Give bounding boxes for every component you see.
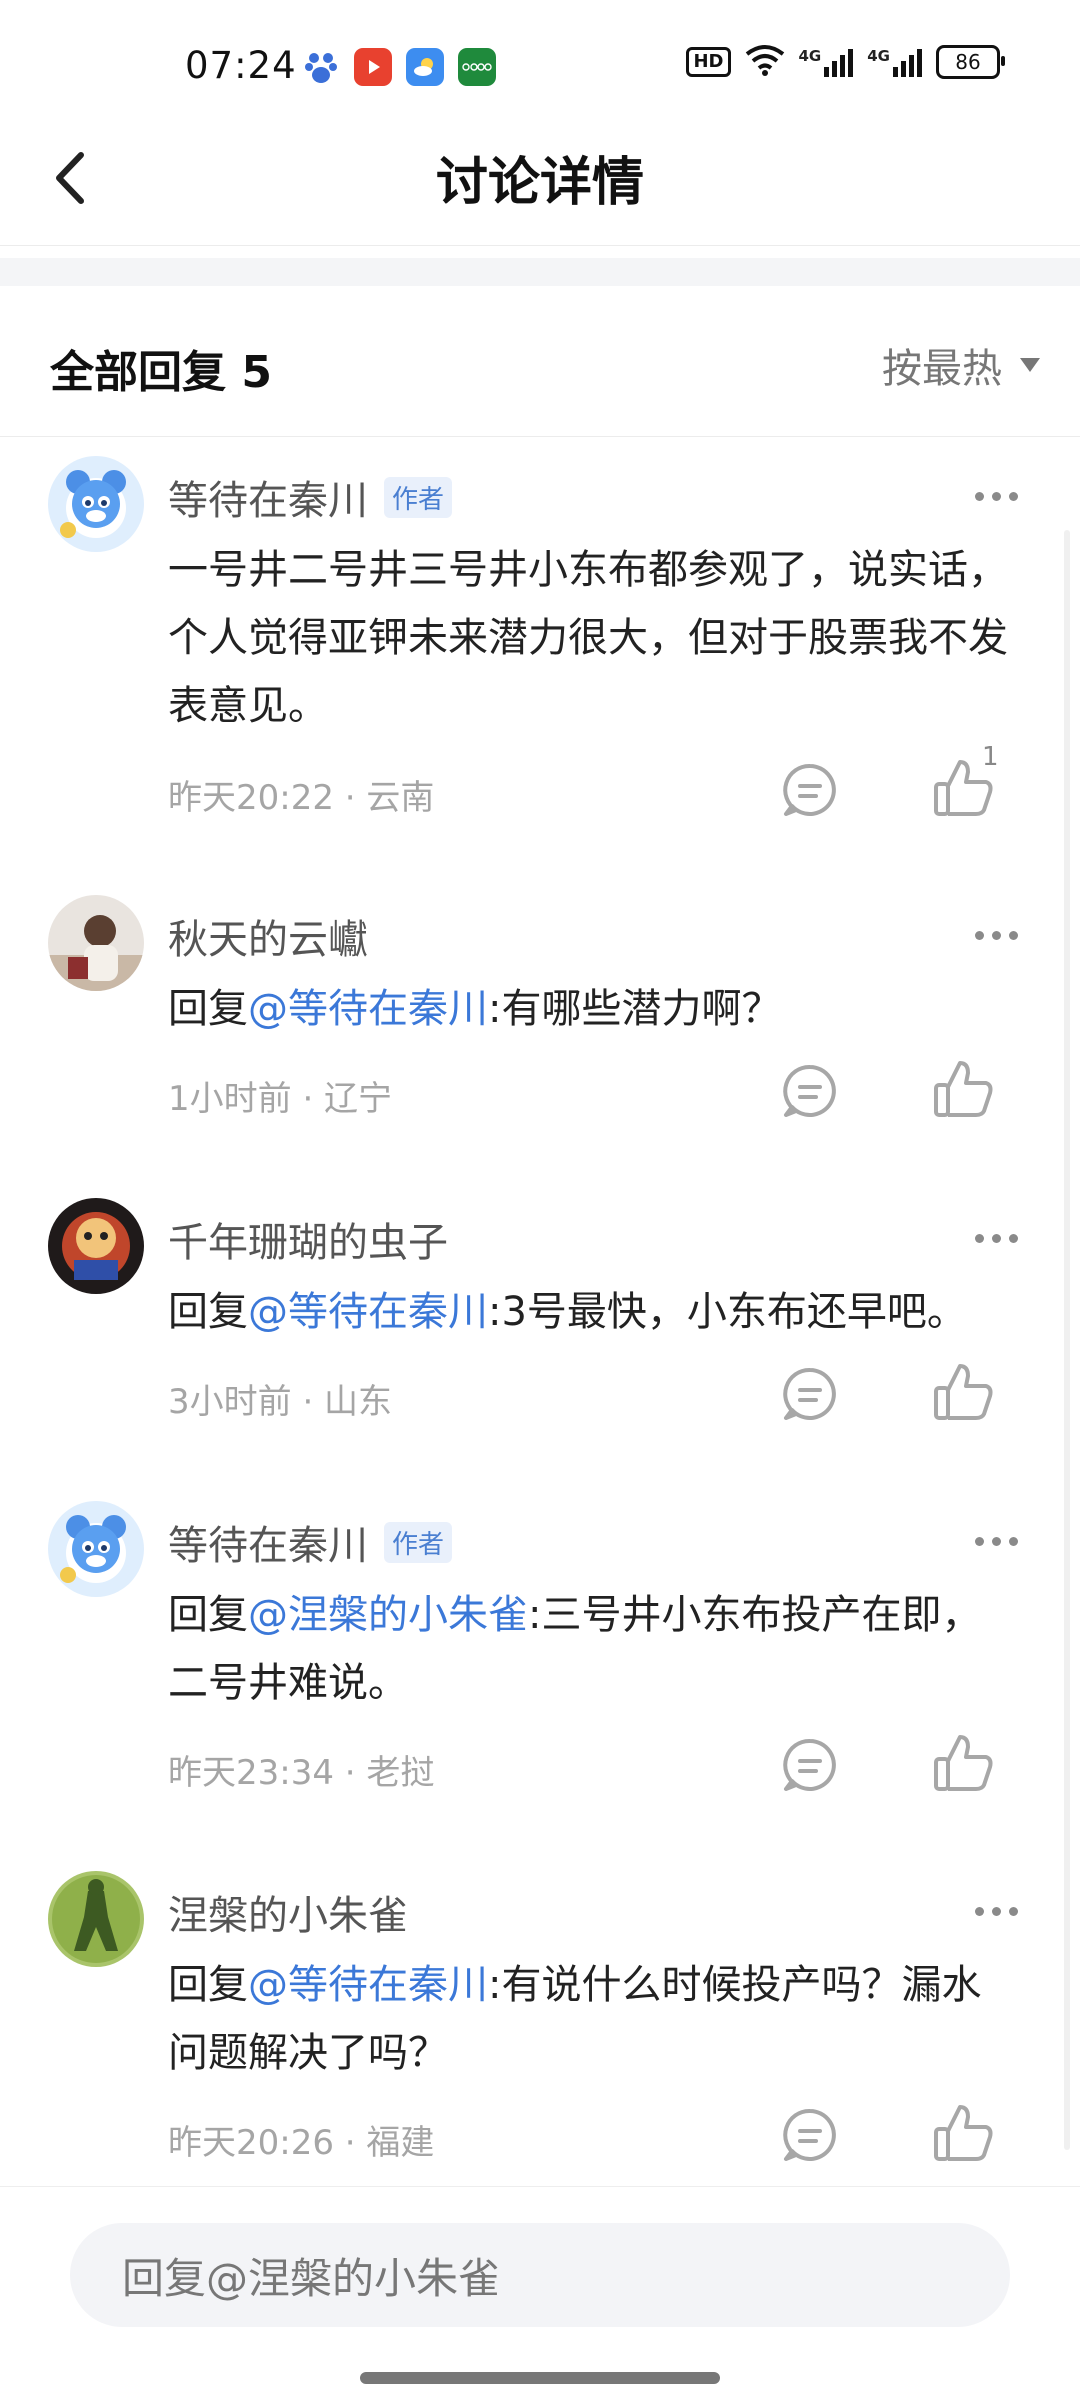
battery-level: 86 bbox=[955, 50, 981, 74]
username[interactable]: 涅槃的小朱雀 bbox=[168, 1883, 408, 1941]
comment-text: 回复@等待在秦川:有哪些潜力啊？ bbox=[168, 975, 1020, 1043]
reply-icon[interactable] bbox=[780, 1735, 840, 1795]
reply-prefix: 回复 bbox=[168, 1592, 248, 1638]
comment-text: 回复@等待在秦川:有说什么时候投产吗？漏水问题解决了吗？ bbox=[168, 1951, 1020, 2087]
reply-input[interactable]: 回复@涅槃的小朱雀 bbox=[70, 2223, 1010, 2327]
username[interactable]: 千年珊瑚的虫子 bbox=[168, 1210, 448, 1268]
comment-item: 秋天的云巘 回复@等待在秦川:有哪些潜力啊？ 1小时前 · 辽宁 bbox=[0, 895, 1080, 1155]
status-time: 07:24 bbox=[185, 44, 297, 87]
comment-item: 等待在秦川 作者 一号井二号井三号井小东布都参观了，说实话，个人觉得亚钾未来潜力… bbox=[0, 456, 1080, 856]
more-icon[interactable] bbox=[975, 1537, 1018, 1546]
reply-icon[interactable] bbox=[780, 760, 840, 820]
reply-icon[interactable] bbox=[780, 1364, 840, 1424]
comment-user: 千年珊瑚的虫子 bbox=[168, 1210, 448, 1268]
reply-content: :有哪些潜力啊？ bbox=[488, 986, 782, 1032]
author-badge: 作者 bbox=[384, 1521, 453, 1563]
like-icon[interactable] bbox=[930, 1731, 996, 1797]
comment-meta: 昨天23:34 · 老挝 bbox=[168, 1753, 435, 1793]
comment-meta: 昨天20:26 · 福建 bbox=[168, 2123, 435, 2163]
like-icon[interactable] bbox=[930, 1360, 996, 1426]
more-icon[interactable] bbox=[975, 931, 1018, 940]
reply-content: :3号最快，小东布还早吧。 bbox=[488, 1289, 967, 1335]
comment-item: 等待在秦川 作者 回复@涅槃的小朱雀:三号井小东布投产在即，二号井难说。 昨天2… bbox=[0, 1501, 1080, 1831]
more-icon[interactable] bbox=[975, 1234, 1018, 1243]
like-icon[interactable] bbox=[930, 1057, 996, 1123]
username[interactable]: 等待在秦川 bbox=[168, 468, 368, 526]
section-divider bbox=[0, 258, 1080, 286]
video-app-icon bbox=[354, 48, 392, 86]
signal-icon-1: 4G bbox=[799, 47, 854, 77]
more-icon[interactable] bbox=[975, 492, 1018, 501]
comment-user: 等待在秦川 作者 bbox=[168, 468, 453, 526]
comment-user: 秋天的云巘 bbox=[168, 907, 368, 965]
more-icon[interactable] bbox=[975, 1907, 1018, 1916]
replies-count-title: 全部回复 5 bbox=[50, 347, 272, 398]
mention-link[interactable]: @等待在秦川 bbox=[248, 1289, 488, 1335]
comment-user: 涅槃的小朱雀 bbox=[168, 1883, 408, 1941]
mention-link[interactable]: @等待在秦川 bbox=[248, 986, 488, 1032]
avatar[interactable] bbox=[48, 895, 144, 991]
status-bar: 07:24 HD 4G 4G 86 bbox=[0, 0, 1080, 110]
reply-icon[interactable] bbox=[780, 1061, 840, 1121]
signal-icon-2: 4G bbox=[867, 47, 922, 77]
comment-item: 涅槃的小朱雀 回复@等待在秦川:有说什么时候投产吗？漏水问题解决了吗？ 昨天20… bbox=[0, 1871, 1080, 2201]
comment-meta: 3小时前 · 山东 bbox=[168, 1382, 393, 1422]
weather-app-icon bbox=[406, 48, 444, 86]
username[interactable]: 等待在秦川 bbox=[168, 1513, 368, 1571]
mention-link[interactable]: @涅槃的小朱雀 bbox=[248, 1592, 528, 1638]
battery-icon: 86 bbox=[936, 45, 1005, 79]
reply-prefix: 回复 bbox=[168, 1962, 248, 2008]
comment-user: 等待在秦川 作者 bbox=[168, 1513, 453, 1571]
comment-text: 一号井二号井三号井小东布都参观了，说实话，个人觉得亚钾未来潜力很大，但对于股票我… bbox=[168, 547, 1008, 729]
username[interactable]: 秋天的云巘 bbox=[168, 907, 368, 965]
avatar[interactable] bbox=[48, 1198, 144, 1294]
nav-bar: 讨论详情 bbox=[0, 110, 1080, 246]
reply-icon[interactable] bbox=[780, 2105, 840, 2165]
reply-prefix: 回复 bbox=[168, 1289, 248, 1335]
sort-caret-icon bbox=[1020, 358, 1040, 372]
hd-badge: HD bbox=[686, 47, 731, 77]
bottom-reply-bar: 回复@涅槃的小朱雀 bbox=[0, 2186, 1080, 2401]
comment-text: 回复@涅槃的小朱雀:三号井小东布投产在即，二号井难说。 bbox=[168, 1581, 1020, 1717]
author-badge: 作者 bbox=[384, 476, 453, 518]
replies-header: 全部回复 5 按最热 bbox=[0, 286, 1080, 437]
comment-text: 回复@等待在秦川:3号最快，小东布还早吧。 bbox=[168, 1278, 1020, 1346]
status-indicators: HD 4G 4G 86 bbox=[686, 44, 1005, 80]
sort-dropdown[interactable]: 按最热 bbox=[882, 336, 1040, 394]
comment-meta: 1小时前 · 辽宁 bbox=[168, 1079, 393, 1119]
like-count: 1 bbox=[982, 742, 999, 772]
page-title: 讨论详情 bbox=[435, 153, 644, 213]
avatar[interactable] bbox=[48, 1871, 144, 1967]
reply-prefix: 回复 bbox=[168, 986, 248, 1032]
mention-link[interactable]: @等待在秦川 bbox=[248, 1962, 488, 2008]
avatar[interactable] bbox=[48, 456, 144, 552]
oppo-app-icon bbox=[458, 48, 496, 86]
comment-meta: 昨天20:22 · 云南 bbox=[168, 778, 435, 818]
home-indicator[interactable] bbox=[360, 2372, 720, 2384]
baidu-app-icon bbox=[302, 48, 340, 86]
wifi-icon bbox=[745, 44, 785, 80]
like-icon[interactable] bbox=[930, 2101, 996, 2167]
avatar[interactable] bbox=[48, 1501, 144, 1597]
comment-item: 千年珊瑚的虫子 回复@等待在秦川:3号最快，小东布还早吧。 3小时前 · 山东 bbox=[0, 1198, 1080, 1458]
sort-label: 按最热 bbox=[882, 346, 1002, 392]
